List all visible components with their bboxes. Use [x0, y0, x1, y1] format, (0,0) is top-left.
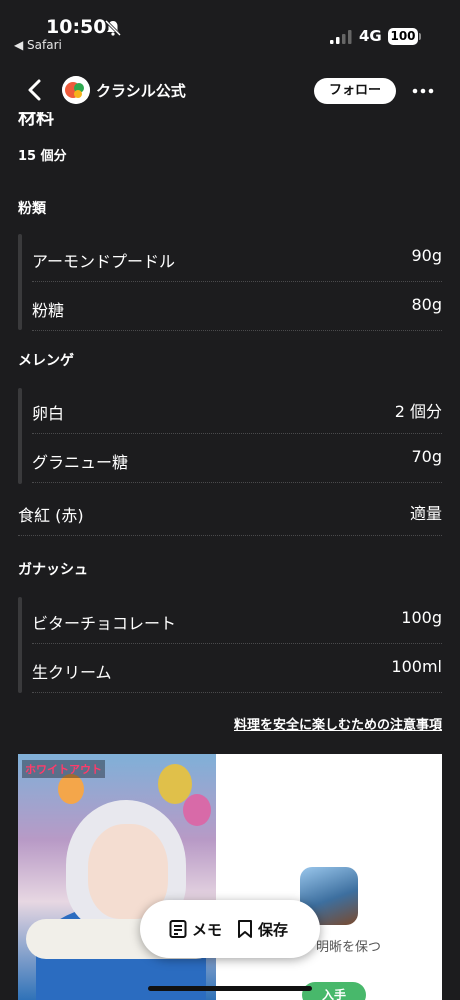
ingredient-qty: 100g	[401, 608, 442, 627]
ingredient-row: ビターチョコレート 100g	[32, 596, 442, 644]
ingredient-qty: 90g	[411, 246, 442, 265]
memo-label: メモ	[192, 920, 223, 939]
group-indicator-bar	[18, 597, 22, 693]
ingredient-qty: 80g	[411, 295, 442, 314]
group-indicator-bar	[18, 234, 22, 330]
battery-tip	[419, 33, 421, 40]
ingredient-row: 粉糖 80g	[32, 283, 442, 331]
ingredient-name: アーモンドプードル	[32, 252, 176, 271]
save-label: 保存	[258, 920, 289, 939]
group-indicator-bar	[18, 388, 22, 484]
bookmark-icon	[238, 920, 252, 938]
floating-action-pill: メモ 保存	[140, 900, 320, 958]
back-to-app-link[interactable]: ◀ Safari	[14, 38, 62, 52]
save-button[interactable]: 保存	[236, 900, 288, 958]
ingredient-name: 粉糖	[32, 301, 65, 320]
clock: 10:50	[46, 16, 107, 38]
balloon-shape	[183, 794, 211, 826]
ingredient-row: 生クリーム 100ml	[32, 645, 442, 693]
servings-count: 15 個分	[18, 149, 67, 164]
ingredient-qty: 70g	[411, 447, 442, 466]
group-title-meringue: メレンゲ	[18, 353, 74, 369]
ingredients-heading: 材料	[18, 112, 54, 132]
back-arrow-icon[interactable]	[24, 78, 46, 102]
more-options-icon[interactable]	[410, 78, 436, 104]
network-type: 4G	[359, 27, 382, 45]
ad-game-logo: ホワイトアウト	[22, 760, 105, 778]
battery-icon: 100	[388, 28, 418, 45]
ingredient-name: 卵白	[32, 404, 65, 423]
ingredient-row: 卵白 2 個分	[32, 386, 442, 434]
follow-button[interactable]: フォロー	[314, 78, 396, 104]
group-title-flour: 粉類	[18, 201, 46, 217]
ingredient-name: グラニュー糖	[32, 453, 129, 472]
nav-bar: クラシル公式 フォロー	[0, 70, 460, 110]
account-name[interactable]: クラシル公式	[96, 80, 186, 101]
ingredient-row: グラニュー糖 70g	[32, 435, 442, 483]
memo-icon	[169, 920, 187, 938]
ingredient-row: アーモンドプードル 90g	[32, 234, 442, 282]
ingredient-qty: 2 個分	[394, 402, 442, 421]
ingredients-heading-text: 材料	[18, 112, 54, 129]
ingredient-name: 食紅 (赤)	[18, 506, 84, 525]
ad-tagline: 明晰を保つ	[316, 940, 382, 955]
silent-bell-icon	[104, 19, 122, 37]
home-indicator[interactable]	[148, 986, 312, 991]
ingredient-qty: 適量	[409, 504, 442, 523]
ad-image[interactable]: ホワイトアウト	[18, 754, 216, 1000]
group-title-ganache: ガナッシュ	[18, 562, 88, 578]
balloon-shape	[58, 774, 84, 804]
ingredient-name: ビターチョコレート	[32, 614, 177, 633]
kurashiru-logo-icon[interactable]	[62, 76, 90, 104]
ingredient-name: 生クリーム	[32, 663, 112, 682]
ad-install-button[interactable]: 入手	[302, 982, 366, 1000]
ingredient-qty: 100ml	[391, 657, 442, 676]
safety-notice-link[interactable]: 料理を安全に楽しむための注意事項	[234, 714, 442, 733]
memo-button[interactable]: メモ	[168, 900, 222, 958]
status-bar: 10:50 ◀ Safari 4G 100	[0, 0, 460, 60]
ingredient-row: 食紅 (赤) 適量	[18, 488, 442, 536]
cellular-signal-icon	[330, 30, 352, 44]
ad-banner[interactable]: ホワイトアウト 明晰を保つ 入手	[18, 754, 442, 1000]
